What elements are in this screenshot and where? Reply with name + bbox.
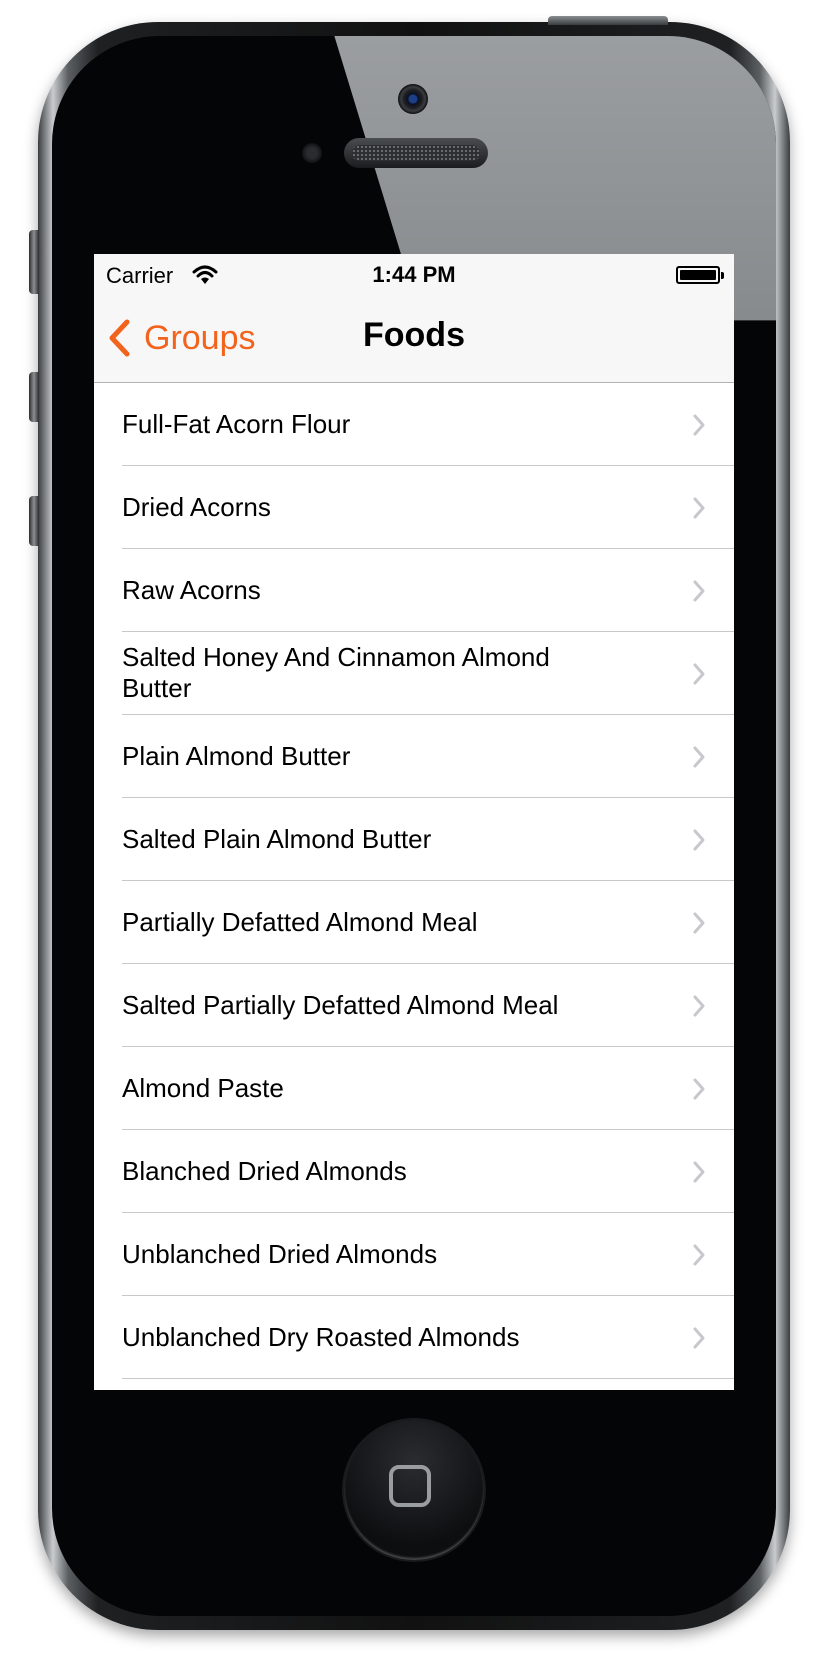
- back-button-label: Groups: [144, 318, 256, 357]
- list-item[interactable]: Partially Defatted Almond Meal: [122, 881, 734, 964]
- chevron-right-icon: [693, 580, 705, 602]
- list-item[interactable]: Unblanched Dry Roasted Almonds: [122, 1296, 734, 1379]
- volume-up-button: [29, 372, 39, 422]
- list-item-label: Partially Defatted Almond Meal: [122, 906, 478, 937]
- list-item[interactable]: Full-Fat Acorn Flour: [122, 383, 734, 466]
- list-item-label: Salted Partially Defatted Almond Meal: [122, 989, 559, 1020]
- proximity-sensor: [302, 143, 322, 163]
- chevron-right-icon: [693, 912, 705, 934]
- list-item[interactable]: Almond Paste: [122, 1047, 734, 1130]
- list-item-label: Salted Plain Almond Butter: [122, 823, 432, 854]
- chevron-right-icon: [693, 1078, 705, 1100]
- chevron-right-icon: [693, 1327, 705, 1349]
- chevron-right-icon: [693, 746, 705, 768]
- volume-down-button: [29, 496, 39, 546]
- chevron-right-icon: [693, 1161, 705, 1183]
- list-item[interactable]: Salted Partially Defatted Almond Meal: [122, 964, 734, 1047]
- chevron-right-icon: [693, 663, 705, 685]
- list-item-label: Raw Acorns: [122, 574, 261, 605]
- food-list: Full-Fat Acorn Flour Dried Acorns Raw Acor…: [94, 383, 734, 1379]
- mute-switch: [29, 230, 39, 294]
- list-item[interactable]: Salted Honey And Cinnamon Almond Butter: [122, 632, 734, 715]
- home-square-icon: [389, 1465, 431, 1507]
- screen: Carrier 1:44 PM Groups Foods Full-Fat Ac…: [94, 254, 734, 1390]
- battery-icon: [676, 266, 724, 284]
- chevron-right-icon: [693, 497, 705, 519]
- front-camera: [398, 84, 428, 114]
- back-button[interactable]: Groups: [108, 314, 256, 362]
- sleep-button: [548, 16, 668, 25]
- list-item[interactable]: Blanched Dried Almonds: [122, 1130, 734, 1213]
- chevron-left-icon: [109, 319, 130, 357]
- chevron-right-icon: [693, 414, 705, 436]
- list-item[interactable]: Dried Acorns: [122, 466, 734, 549]
- navigation-bar: Groups Foods: [94, 294, 734, 383]
- clock: 1:44 PM: [372, 262, 456, 287]
- home-button[interactable]: [344, 1420, 484, 1560]
- list-item-label: Unblanched Dry Roasted Almonds: [122, 1321, 520, 1352]
- status-bar: Carrier 1:44 PM: [94, 254, 734, 294]
- chevron-right-icon: [693, 829, 705, 851]
- list-item-label: Unblanched Dried Almonds: [122, 1238, 438, 1269]
- list-item[interactable]: Unblanched Dried Almonds: [122, 1213, 734, 1296]
- chevron-right-icon: [693, 1244, 705, 1266]
- list-item-label: Plain Almond Butter: [122, 740, 351, 771]
- list-item-label: Blanched Dried Almonds: [122, 1155, 407, 1186]
- list-item-label: Full-Fat Acorn Flour: [122, 408, 351, 439]
- list-item-label: Salted Honey And Cinnamon Almond Butter: [122, 642, 550, 703]
- list-item-label: Almond Paste: [122, 1072, 284, 1103]
- list-item-label: Dried Acorns: [122, 491, 271, 522]
- earpiece-speaker: [344, 138, 488, 168]
- chevron-right-icon: [693, 995, 705, 1017]
- list-item[interactable]: Salted Plain Almond Butter: [122, 798, 734, 881]
- list-item[interactable]: Plain Almond Butter: [122, 715, 734, 798]
- list-item[interactable]: Raw Acorns: [122, 549, 734, 632]
